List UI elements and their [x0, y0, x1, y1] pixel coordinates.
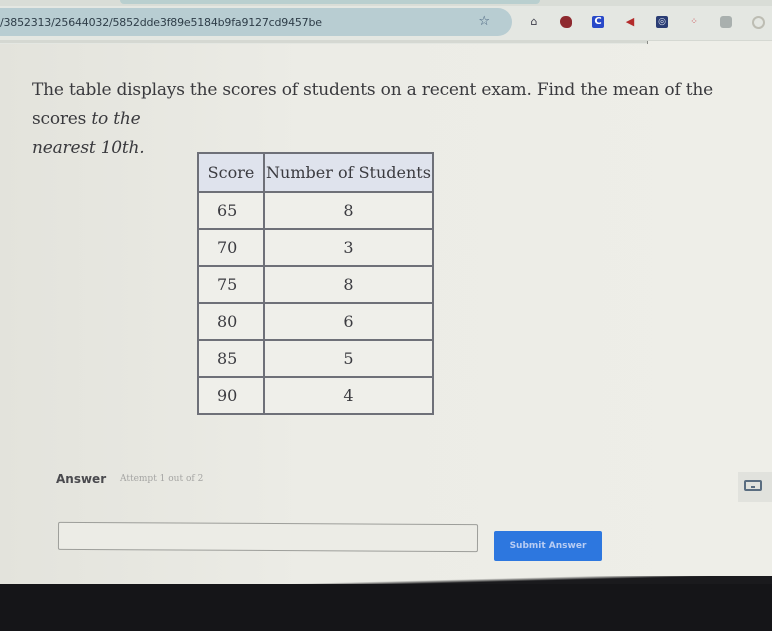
- cell-score: 75: [197, 265, 265, 304]
- tab-strip: [0, 0, 772, 6]
- browser-toolbar: /3852313/25644032/5852dde3f89e5184b9fa91…: [0, 0, 772, 44]
- address-bar[interactable]: /3852313/25644032/5852dde3f89e5184b9fa91…: [0, 8, 512, 36]
- answer-input[interactable]: [57, 521, 479, 553]
- keyboard-icon: [744, 480, 762, 491]
- active-tab[interactable]: [120, 0, 540, 4]
- table-header-row: Score Number of Students: [197, 152, 434, 193]
- c-extension-icon[interactable]: C: [592, 16, 604, 28]
- cell-count: 3: [263, 228, 434, 267]
- gray-extension-icon[interactable]: [720, 16, 732, 28]
- question-italic-1: to the: [91, 109, 141, 129]
- red-extension-icon[interactable]: [560, 16, 572, 28]
- compass-extension-icon[interactable]: ◎: [656, 16, 668, 28]
- monitor-bezel: [0, 584, 772, 631]
- table-row: 80 6: [197, 302, 434, 341]
- cell-count: 6: [263, 302, 434, 341]
- header-score: Score: [197, 152, 265, 193]
- keyboard-button[interactable]: [738, 472, 772, 502]
- table-row: 70 3: [197, 228, 434, 267]
- cell-count: 8: [263, 191, 434, 230]
- home-lock-icon[interactable]: ⌂: [528, 16, 540, 28]
- question-italic-2: nearest 10th.: [32, 138, 145, 158]
- cell-score: 80: [197, 302, 265, 341]
- cell-count: 8: [263, 265, 434, 304]
- cell-count: 5: [263, 339, 434, 378]
- profile-circle-icon[interactable]: [752, 15, 765, 29]
- cell-score: 65: [197, 191, 265, 230]
- attempt-counter: Attempt 1 out of 2: [120, 474, 204, 484]
- table-row: 65 8: [197, 191, 434, 230]
- cell-score: 90: [197, 376, 265, 415]
- cell-score: 85: [197, 339, 265, 378]
- question-page: The table displays the scores of student…: [0, 44, 772, 584]
- table-row: 85 5: [197, 339, 434, 378]
- answer-label: Answer: [56, 472, 107, 486]
- url-text[interactable]: /3852313/25644032/5852dde3f89e5184b9fa91…: [0, 16, 322, 29]
- table-row: 90 4: [197, 376, 434, 415]
- scores-table: Score Number of Students 65 8 70 3 75 8 …: [197, 152, 434, 415]
- cell-score: 70: [197, 228, 265, 267]
- megaphone-icon[interactable]: ◀: [624, 16, 636, 28]
- header-number-of-students: Number of Students: [263, 152, 434, 193]
- question-text: The table displays the scores of student…: [32, 76, 772, 163]
- table-row: 75 8: [197, 265, 434, 304]
- cell-count: 4: [263, 376, 434, 415]
- submit-answer-button[interactable]: Submit Answer: [494, 531, 602, 561]
- star-icon[interactable]: ☆: [478, 14, 490, 29]
- extensions-bar: ⌂ C ◀ ◎ ⁘: [528, 8, 765, 36]
- dots-extension-icon[interactable]: ⁘: [688, 16, 700, 28]
